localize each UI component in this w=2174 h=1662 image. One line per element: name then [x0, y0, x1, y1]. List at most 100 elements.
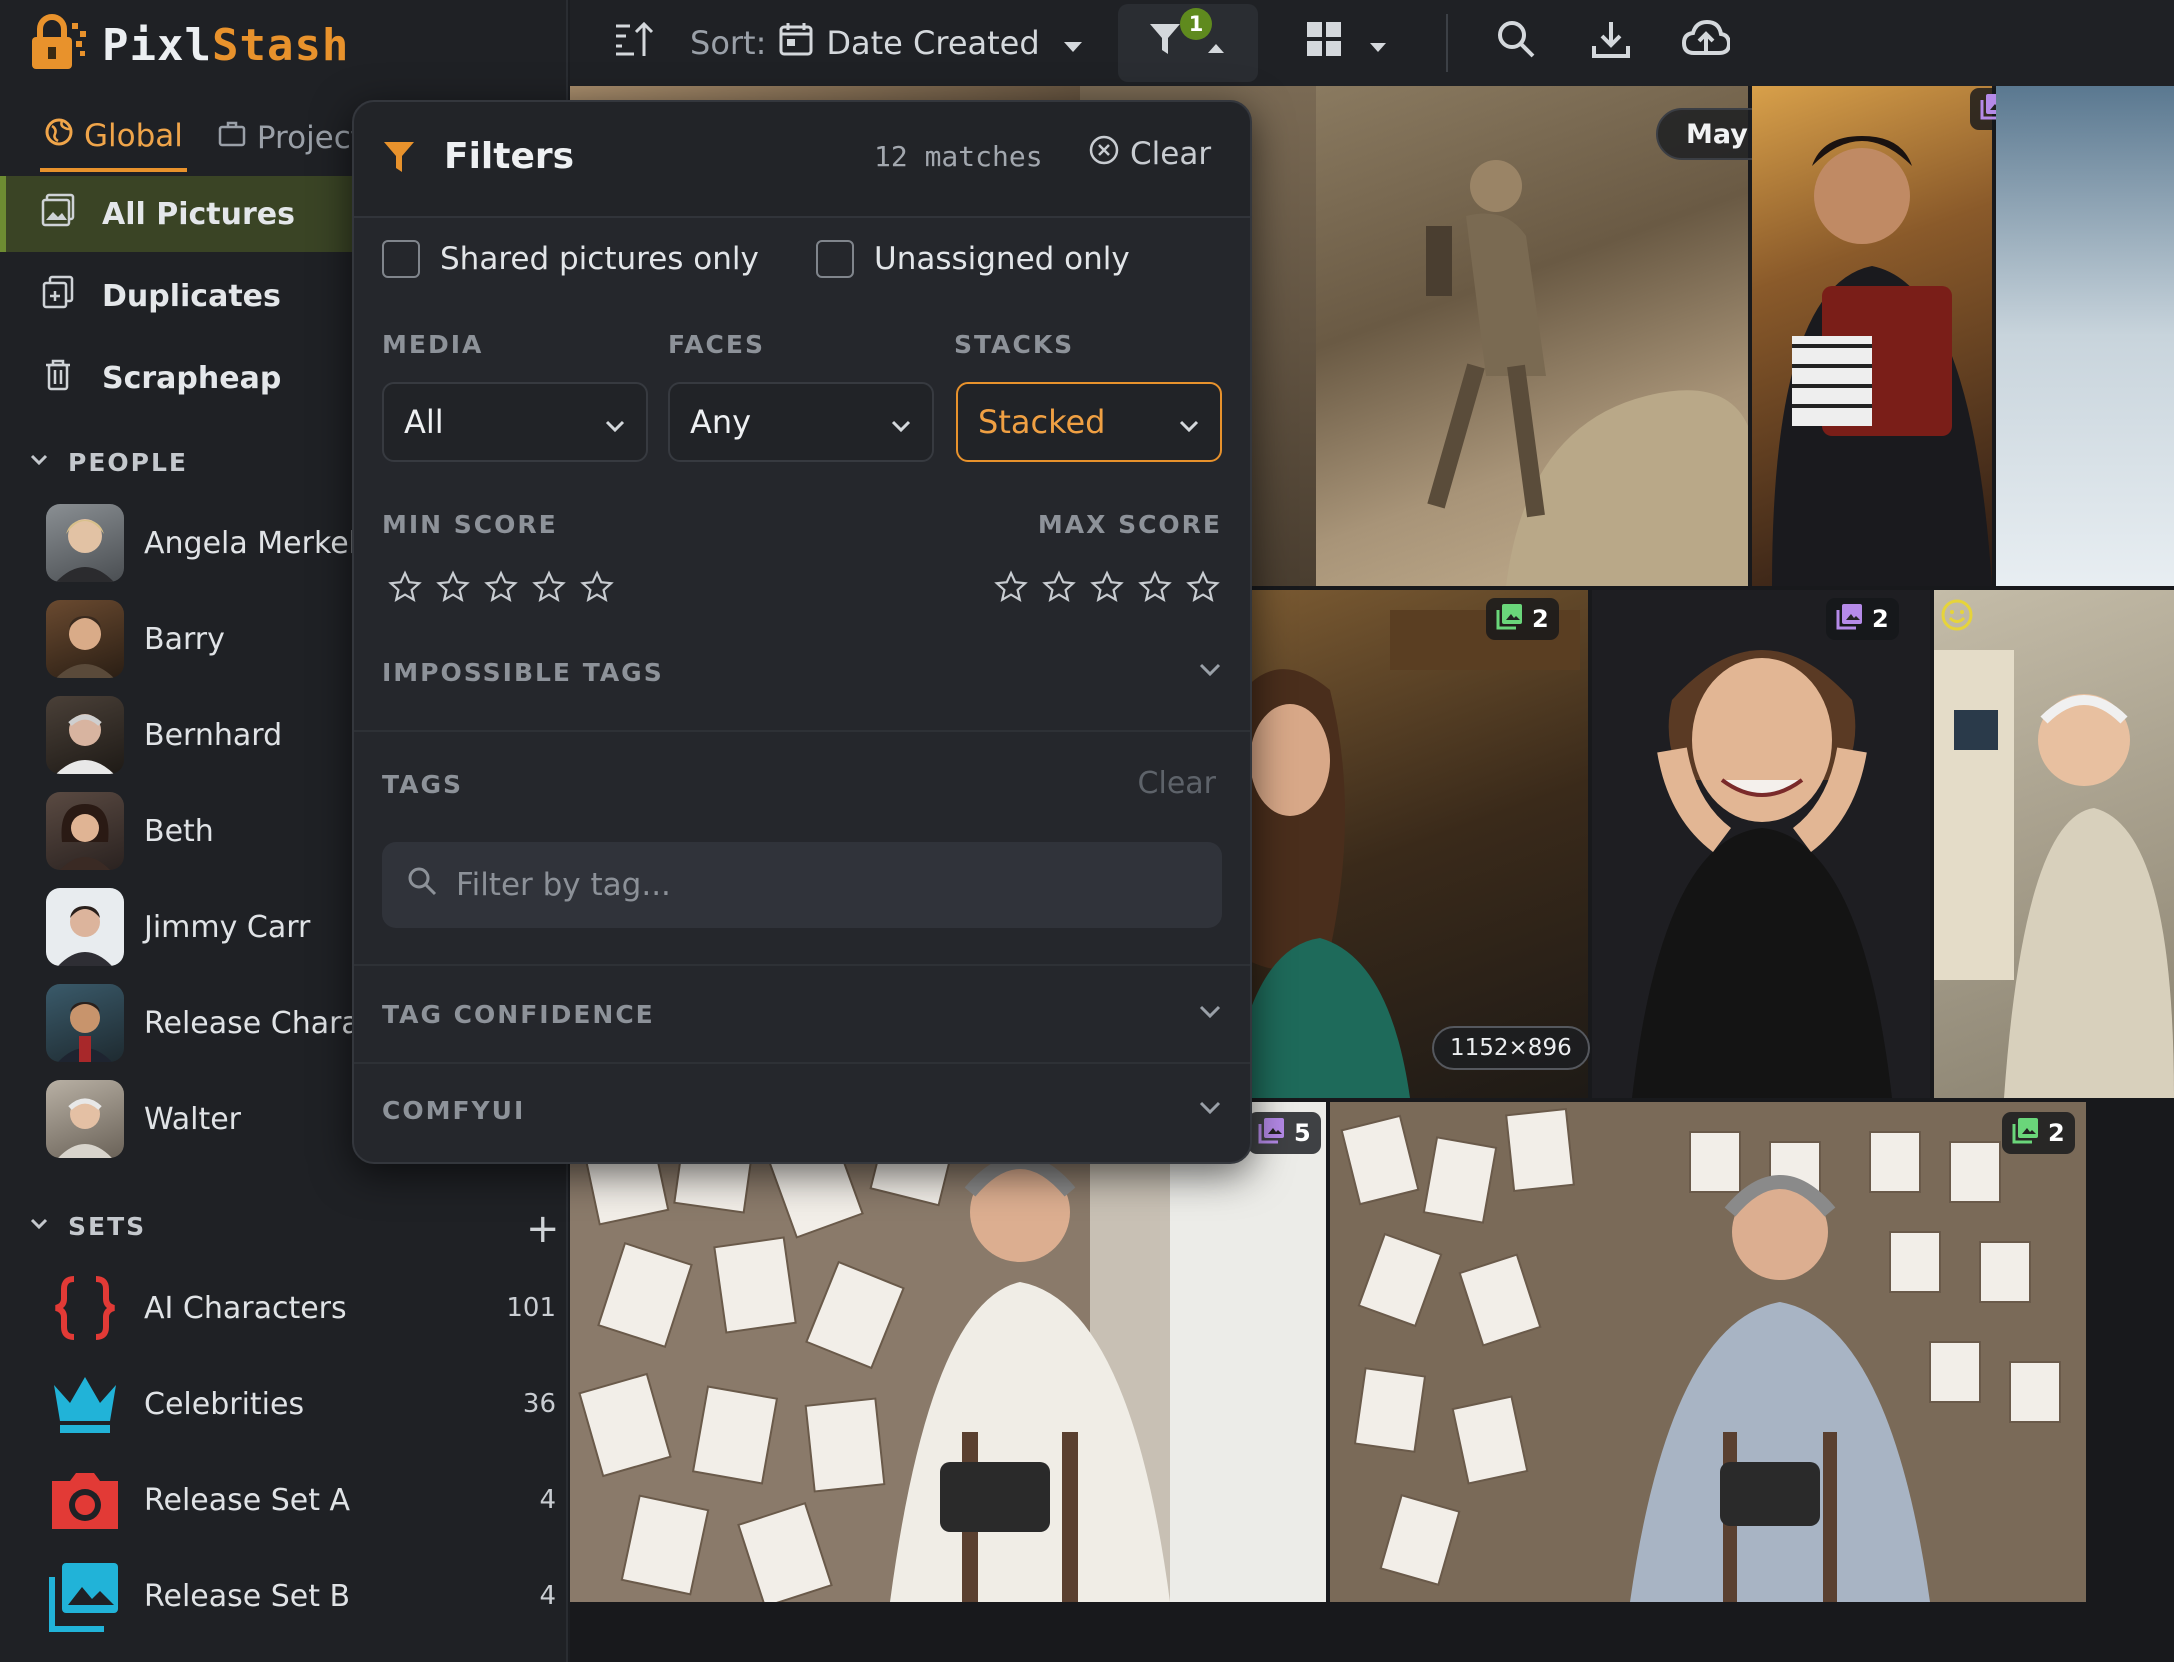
briefcase-icon [217, 119, 247, 157]
add-set-button[interactable]: + [526, 1206, 560, 1252]
unassigned-only-checkbox[interactable]: Unassigned only [816, 240, 1130, 278]
sort-direction-button[interactable] [612, 0, 654, 86]
layout-button[interactable] [1304, 0, 1388, 86]
braces-icon [46, 1269, 124, 1347]
person-item[interactable]: Walter [46, 1080, 241, 1158]
person-name: Bernhard [144, 717, 283, 753]
tags-label: TAGS [382, 770, 463, 799]
stack-count-badge: 2 [2002, 1112, 2075, 1154]
person-item[interactable]: Angela Merkel [46, 504, 357, 582]
person-item[interactable]: Jimmy Carr [46, 888, 310, 966]
sets-section-header[interactable]: SETS [28, 1212, 146, 1241]
avatar [46, 504, 124, 582]
tag-filter-input[interactable]: Filter by tag... [382, 842, 1222, 928]
app-brand[interactable]: PixlStash [24, 10, 349, 80]
star-icon[interactable] [532, 570, 566, 608]
faces-value: Any [690, 403, 752, 441]
comfyui-label: COMFYUI [382, 1095, 526, 1125]
dimensions-pill: 1152×896 [1432, 1026, 1590, 1070]
star-icon[interactable] [1186, 570, 1220, 608]
person-item[interactable]: Barry [46, 600, 225, 678]
star-icon[interactable] [1138, 570, 1172, 608]
download-icon [1590, 18, 1632, 68]
sets-section-label: SETS [68, 1212, 147, 1241]
tag-confidence-label: TAG CONFIDENCE [382, 999, 655, 1029]
picture-tile[interactable] [1996, 86, 2174, 586]
match-count: 12 matches [874, 140, 1043, 173]
download-button[interactable] [1590, 0, 1632, 86]
search-icon [406, 865, 438, 905]
shared-only-checkbox[interactable]: Shared pictures only [382, 240, 759, 278]
max-score-stars [994, 570, 1220, 608]
star-icon[interactable] [1042, 570, 1076, 608]
set-item[interactable]: Celebrities 36 [46, 1364, 556, 1444]
filter-button[interactable]: 1 [1118, 4, 1258, 82]
nav-duplicates[interactable]: Duplicates [0, 258, 352, 334]
sort-dropdown[interactable]: Sort: Date Created [690, 0, 1084, 86]
set-count: 36 [522, 1389, 556, 1419]
picture-tile[interactable] [1934, 590, 2174, 1098]
tags-clear-button[interactable]: Clear [1138, 766, 1216, 801]
nav-all-pictures[interactable]: All Pictures [0, 176, 352, 252]
clear-filters-button[interactable]: Clear [1088, 134, 1211, 174]
star-icon[interactable] [580, 570, 614, 608]
picture-tile[interactable] [1330, 1102, 2086, 1602]
tag-confidence-section[interactable]: TAG CONFIDENCE [354, 966, 1250, 1062]
lock-logo-icon [24, 11, 88, 79]
tab-global[interactable]: Global [40, 104, 187, 172]
funnel-icon [382, 138, 416, 180]
chevron-down-icon [890, 403, 912, 441]
min-score-label: MIN SCORE [382, 510, 558, 539]
people-section-label: PEOPLE [68, 448, 188, 477]
chevron-down-icon [1198, 1100, 1222, 1120]
funnel-icon [1148, 20, 1182, 66]
star-icon[interactable] [436, 570, 470, 608]
picture-tile[interactable] [1592, 590, 1930, 1098]
star-icon[interactable] [484, 570, 518, 608]
person-item[interactable]: Beth [46, 792, 214, 870]
stacks-select[interactable]: Stacked [956, 382, 1222, 462]
climber-photo [1426, 160, 1748, 586]
picture-tile[interactable] [1250, 590, 1588, 1098]
tab-project[interactable]: Project [213, 104, 367, 172]
filters-panel: Filters 12 matches Clear Shared pictures… [352, 100, 1252, 1164]
comfyui-section[interactable]: COMFYUI [354, 1064, 1250, 1156]
caret-down-icon [1062, 24, 1084, 62]
tab-project-label: Project [256, 120, 363, 156]
picture-tile[interactable] [570, 1102, 1326, 1602]
copy-icon [40, 274, 76, 318]
search-button[interactable] [1496, 0, 1536, 86]
people-section-header[interactable]: PEOPLE [28, 448, 188, 477]
old-man-computer-photo [1934, 650, 2174, 1098]
image-stack-icon [1496, 602, 1524, 636]
stack-count: 2 [1872, 605, 1889, 633]
faces-select[interactable]: Any [668, 382, 934, 462]
stack-count: 2 [1532, 605, 1549, 633]
upload-button[interactable] [1681, 0, 1732, 86]
media-select[interactable]: All [382, 382, 648, 462]
impossible-tags-section[interactable]: IMPOSSIBLE TAGS [354, 632, 1250, 712]
chevron-down-icon [1198, 1004, 1222, 1024]
set-item[interactable]: Release Set B 4 [46, 1556, 556, 1636]
person-item[interactable]: Bernhard [46, 696, 282, 774]
faces-label: FACES [668, 330, 765, 359]
set-item[interactable]: Release Set A 4 [46, 1460, 556, 1540]
nav-scrapheap[interactable]: Scrapheap [0, 340, 352, 416]
image-stack-icon [2012, 1116, 2040, 1150]
set-count: 101 [506, 1293, 556, 1323]
photographer-wall-photo-a [570, 1102, 1326, 1602]
gallery-icon [40, 192, 76, 236]
picture-tile[interactable] [1316, 86, 1748, 586]
toolbar: Sort: Date Created 1 [570, 0, 2174, 86]
star-icon[interactable] [1090, 570, 1124, 608]
person-item[interactable]: Release Charact [46, 984, 388, 1062]
picture-tile[interactable] [1752, 86, 1992, 586]
set-item[interactable]: AI Characters 101 [46, 1268, 556, 1348]
chevron-down-icon [28, 1212, 50, 1241]
calendar-icon [778, 21, 814, 65]
star-icon[interactable] [388, 570, 422, 608]
photographer-wall-photo-b [1330, 1102, 2086, 1602]
star-icon[interactable] [994, 570, 1028, 608]
nav-scrapheap-label: Scrapheap [102, 360, 282, 396]
sort-ascending-icon [612, 18, 654, 68]
